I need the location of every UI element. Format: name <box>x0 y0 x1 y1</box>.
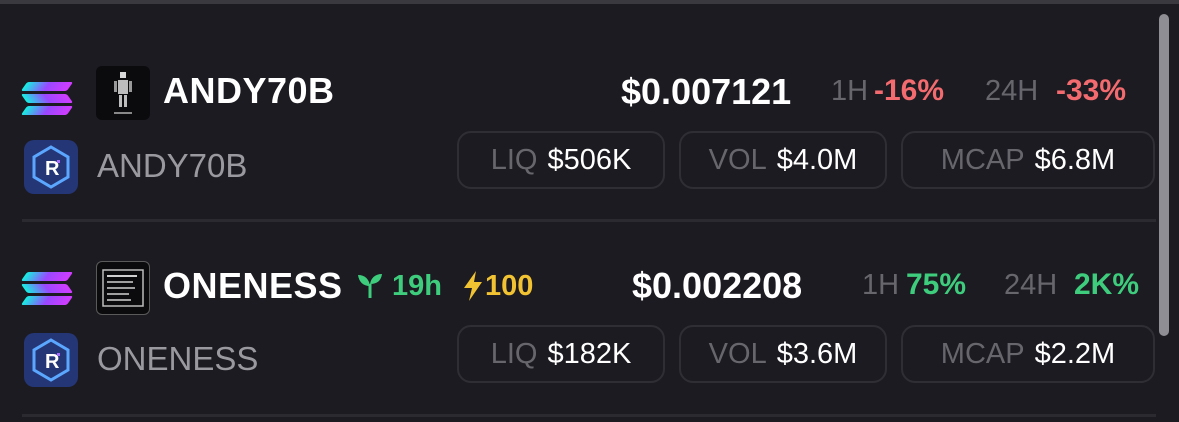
market-cap-pill: MCAP $2.2M <box>901 325 1155 383</box>
token-age: 19h <box>392 270 442 302</box>
token-row[interactable]: ONENESS 19h 100 $0.002208 1H 75% 24H 2K%… <box>0 226 1160 416</box>
top-border <box>0 0 1179 4</box>
change-24h-label: 24H <box>1004 269 1058 301</box>
change-1h-value: -16% <box>874 74 945 107</box>
change-24h-value: -33% <box>1056 74 1127 107</box>
vol-value: $4.0M <box>776 143 858 176</box>
pixel-figure-icon <box>96 66 150 120</box>
change-1h-value: 75% <box>906 268 967 301</box>
market-cap-pill: MCAP $6.8M <box>901 131 1155 189</box>
solana-icon <box>20 78 74 118</box>
token-price: $0.002208 <box>632 265 803 306</box>
change-1h-label: 1H <box>862 269 900 301</box>
vol-value: $3.6M <box>776 337 858 370</box>
liq-value: $506K <box>547 143 632 176</box>
liq-label: LIQ <box>490 143 538 176</box>
row-divider <box>22 219 1156 222</box>
mcap-value: $2.2M <box>1034 337 1116 370</box>
liq-label: LIQ <box>490 337 538 370</box>
scrollbar[interactable] <box>1159 14 1169 336</box>
raydium-icon: R <box>24 333 78 387</box>
lightning-icon <box>461 270 485 302</box>
volume-pill: VOL $3.6M <box>679 325 887 383</box>
token-name[interactable]: ONENESS <box>163 265 343 307</box>
boost-count: 100 <box>485 270 534 302</box>
token-name[interactable]: ANDY70B <box>163 70 335 112</box>
mcap-value: $6.8M <box>1034 143 1116 176</box>
mcap-label: MCAP <box>940 143 1025 176</box>
mcap-label: MCAP <box>940 337 1025 370</box>
dex-token-name: ANDY70B <box>97 147 248 184</box>
liq-value: $182K <box>547 337 632 370</box>
vol-label: VOL <box>708 143 767 176</box>
token-price: $0.007121 <box>621 71 792 112</box>
volume-pill: VOL $4.0M <box>679 131 887 189</box>
solana-icon <box>20 268 74 308</box>
dex-token-name: ONENESS <box>97 340 259 377</box>
change-24h-value: 2K% <box>1074 268 1140 301</box>
change-24h-label: 24H <box>985 75 1039 107</box>
raydium-icon: R <box>24 140 78 194</box>
token-row[interactable]: ANDY70B $0.007121 1H -16% 24H -33% R AND… <box>0 30 1160 220</box>
liquidity-pill: LIQ $506K <box>457 131 665 189</box>
change-1h-label: 1H <box>831 75 869 107</box>
sprout-icon <box>355 270 385 300</box>
terminal-icon <box>96 261 150 315</box>
vol-label: VOL <box>708 337 767 370</box>
liquidity-pill: LIQ $182K <box>457 325 665 383</box>
row-divider <box>22 414 1156 417</box>
